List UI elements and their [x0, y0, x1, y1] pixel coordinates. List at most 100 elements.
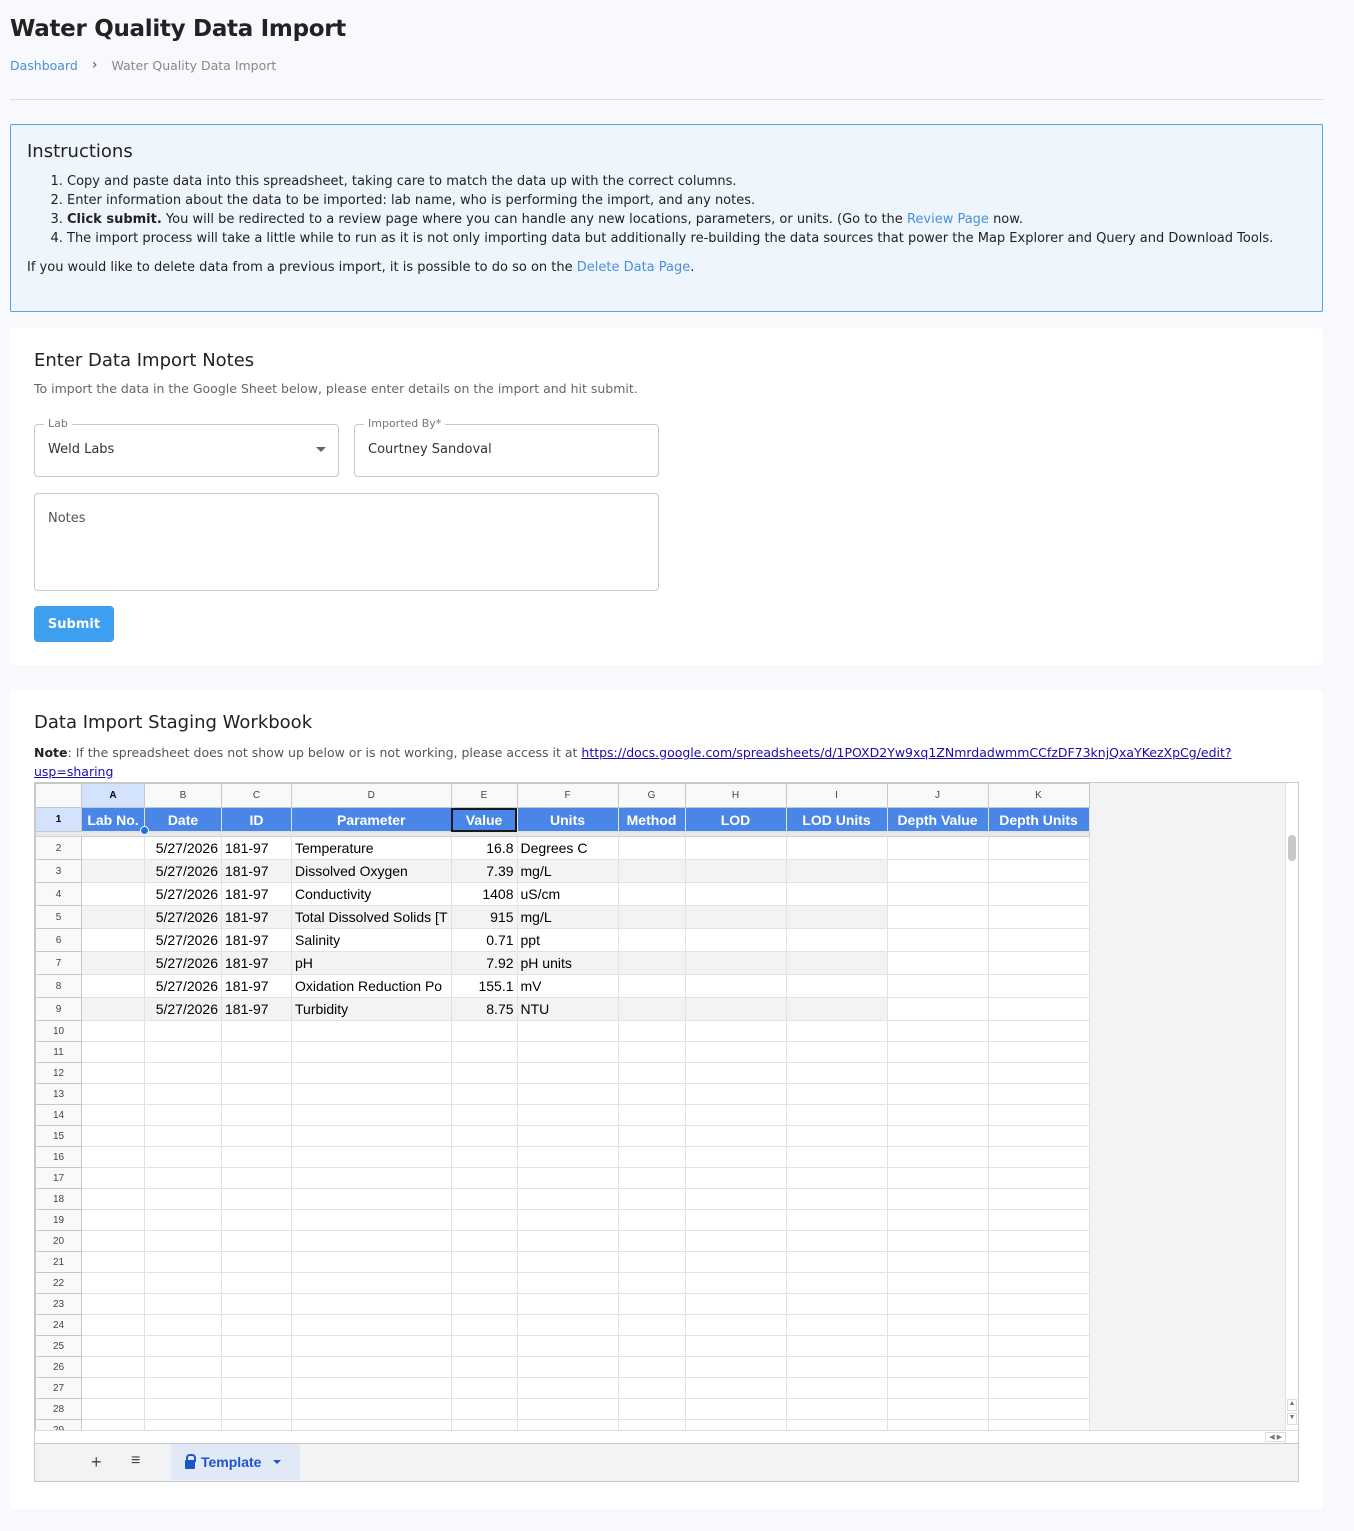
cell[interactable]: [291, 1293, 452, 1315]
cell[interactable]: [516, 1251, 619, 1273]
cell[interactable]: [617, 1146, 686, 1168]
cell[interactable]: [886, 1020, 989, 1042]
cell[interactable]: [684, 1041, 787, 1063]
cell[interactable]: 181-97: [221, 974, 292, 998]
column-letter[interactable]: I: [785, 783, 888, 808]
cell[interactable]: [450, 1377, 518, 1399]
cell[interactable]: [886, 1062, 989, 1084]
cell[interactable]: [987, 1146, 1090, 1168]
cell[interactable]: [987, 882, 1090, 906]
cell[interactable]: [81, 1146, 145, 1168]
cell[interactable]: [886, 1398, 989, 1420]
cell[interactable]: [684, 1209, 787, 1231]
cell[interactable]: [516, 1209, 619, 1231]
header-cell[interactable]: LOD Units: [785, 807, 888, 832]
cell[interactable]: [81, 1188, 145, 1210]
column-letter[interactable]: F: [516, 783, 619, 808]
row-number[interactable]: 28: [35, 1398, 82, 1420]
cell[interactable]: [221, 1377, 292, 1399]
cell[interactable]: [617, 1356, 686, 1378]
cell[interactable]: [221, 1083, 292, 1105]
scroll-left-right-icon[interactable]: ◀ ▶: [1265, 1432, 1286, 1442]
cell[interactable]: [144, 1062, 222, 1084]
row-number[interactable]: 11: [35, 1041, 82, 1063]
cell[interactable]: [785, 1188, 888, 1210]
cell[interactable]: 5/27/2026: [144, 951, 222, 975]
cell[interactable]: [450, 1104, 518, 1126]
row-number[interactable]: 15: [35, 1125, 82, 1147]
cell[interactable]: [81, 1335, 145, 1357]
cell[interactable]: [684, 1188, 787, 1210]
cell[interactable]: [684, 1314, 787, 1336]
cell[interactable]: [886, 1335, 989, 1357]
cell[interactable]: 5/27/2026: [144, 905, 222, 929]
row-number[interactable]: 12: [35, 1062, 82, 1084]
cell[interactable]: [617, 1377, 686, 1399]
column-letter[interactable]: E: [450, 783, 518, 808]
cell[interactable]: [785, 882, 888, 906]
cell[interactable]: [450, 1272, 518, 1294]
cell[interactable]: [617, 1041, 686, 1063]
cell[interactable]: 181-97: [221, 928, 292, 952]
cell[interactable]: [291, 1062, 452, 1084]
cell[interactable]: 5/27/2026: [144, 974, 222, 998]
cell[interactable]: [81, 1062, 145, 1084]
cell[interactable]: [291, 1335, 452, 1357]
row-number[interactable]: 4: [35, 882, 82, 906]
cell[interactable]: [221, 1356, 292, 1378]
cell[interactable]: [81, 1356, 145, 1378]
cell[interactable]: [684, 1251, 787, 1273]
lab-select[interactable]: Lab Weld Labs: [34, 417, 339, 477]
cell[interactable]: [886, 1167, 989, 1189]
cell[interactable]: [987, 1041, 1090, 1063]
cell[interactable]: 7.39: [450, 859, 518, 883]
cell[interactable]: [516, 1272, 619, 1294]
cell[interactable]: [886, 905, 989, 929]
cell[interactable]: [516, 1230, 619, 1252]
cell[interactable]: [785, 997, 888, 1021]
row-number[interactable]: 18: [35, 1188, 82, 1210]
cell[interactable]: [291, 1125, 452, 1147]
row-number[interactable]: 20: [35, 1230, 82, 1252]
cell[interactable]: [785, 1356, 888, 1378]
cell[interactable]: Conductivity: [291, 882, 452, 906]
cell[interactable]: [516, 1041, 619, 1063]
cell[interactable]: [221, 1125, 292, 1147]
cell[interactable]: [785, 928, 888, 952]
header-cell[interactable]: Date: [144, 807, 222, 832]
delete-data-page-link[interactable]: Delete Data Page: [577, 260, 691, 275]
column-letter[interactable]: C: [221, 783, 292, 808]
scroll-down-icon[interactable]: ▼: [1287, 1413, 1297, 1425]
cell[interactable]: [785, 1104, 888, 1126]
cell[interactable]: [684, 1272, 787, 1294]
cell[interactable]: [144, 1041, 222, 1063]
cell[interactable]: [144, 1209, 222, 1231]
cell[interactable]: [785, 1377, 888, 1399]
cell[interactable]: 181-97: [221, 997, 292, 1021]
cell[interactable]: [987, 1062, 1090, 1084]
cell[interactable]: [516, 1398, 619, 1420]
cell[interactable]: 181-97: [221, 882, 292, 906]
row-number[interactable]: 6: [35, 928, 82, 952]
cell[interactable]: [886, 1314, 989, 1336]
vertical-scrollbar[interactable]: ▲ ▼: [1285, 783, 1298, 1443]
cell[interactable]: [886, 1083, 989, 1105]
spreadsheet-embed[interactable]: A B C D E F G H I J K 1 Lab No. Date ID …: [34, 782, 1299, 1482]
cell[interactable]: [617, 1209, 686, 1231]
cell[interactable]: [617, 1020, 686, 1042]
cell[interactable]: [987, 974, 1090, 998]
cell[interactable]: [617, 928, 686, 952]
cell[interactable]: [785, 1335, 888, 1357]
cell[interactable]: 181-97: [221, 951, 292, 975]
column-letter[interactable]: D: [291, 783, 452, 808]
cell[interactable]: [144, 1335, 222, 1357]
cell[interactable]: [291, 1167, 452, 1189]
cell[interactable]: [291, 1188, 452, 1210]
cell[interactable]: [516, 1020, 619, 1042]
cell[interactable]: 8.75: [450, 997, 518, 1021]
sheet-tab-template[interactable]: Template: [171, 1444, 300, 1480]
cell[interactable]: [144, 1251, 222, 1273]
cell[interactable]: [987, 1020, 1090, 1042]
cell[interactable]: [81, 1314, 145, 1336]
cell[interactable]: [144, 1167, 222, 1189]
